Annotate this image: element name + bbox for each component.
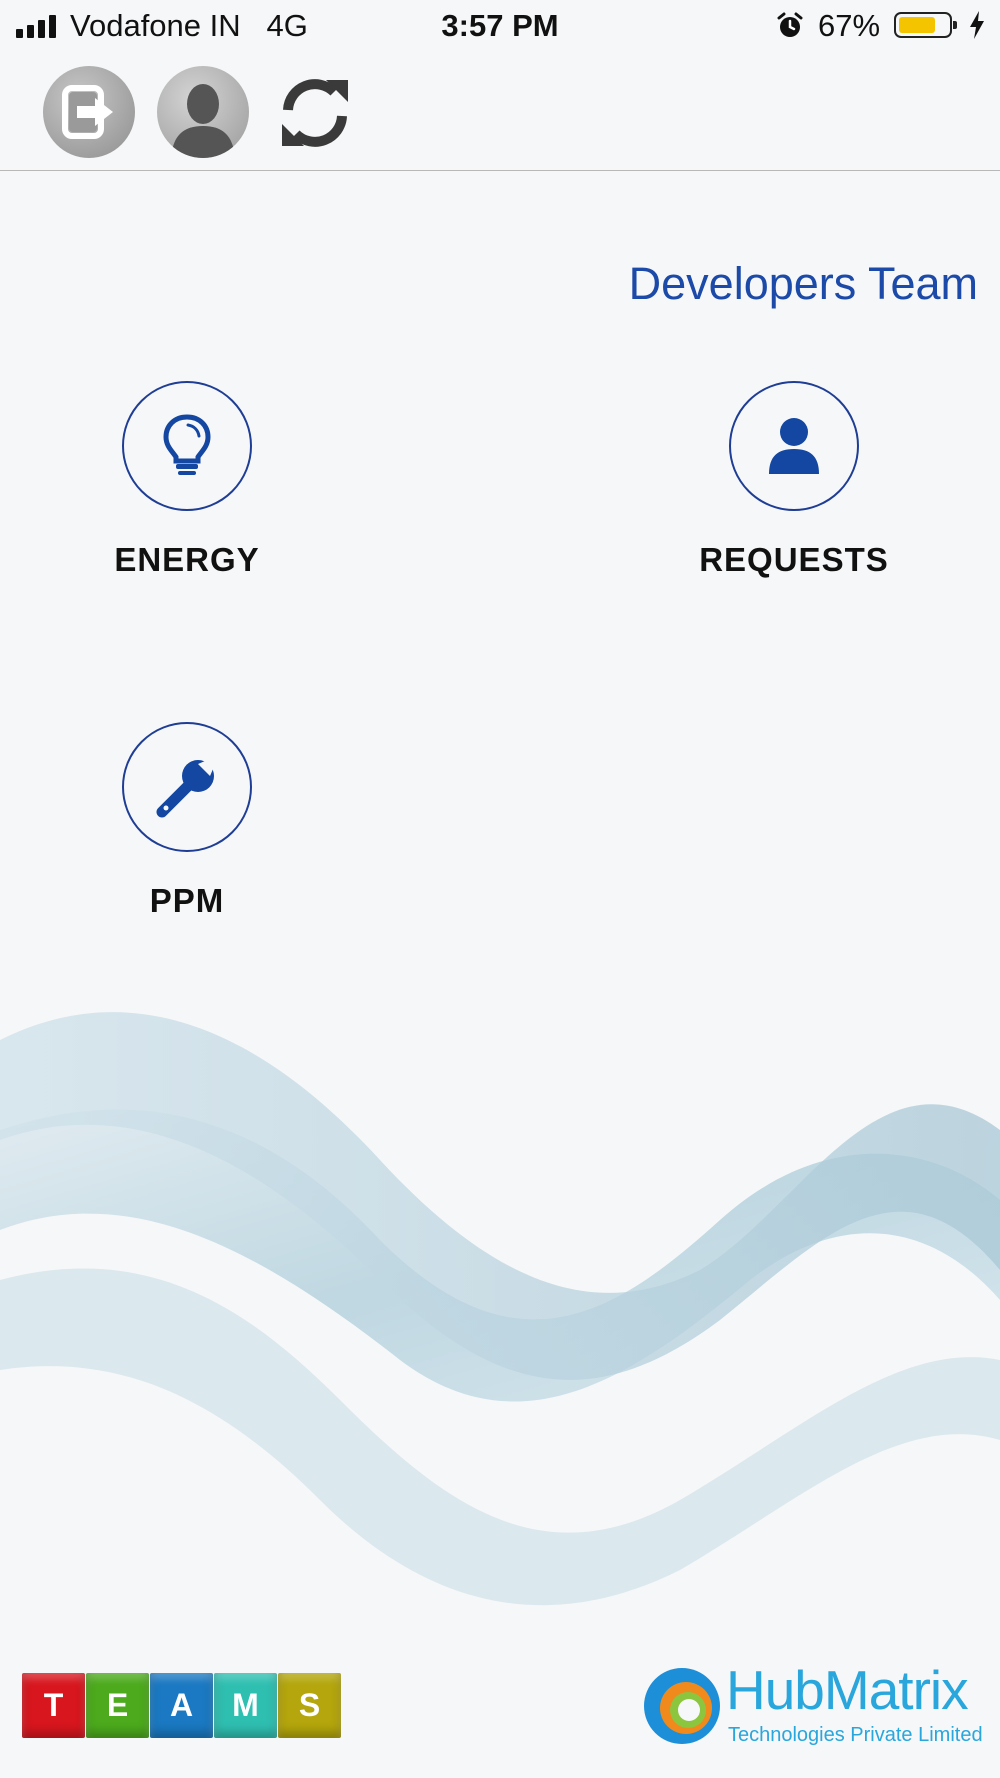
battery-icon (894, 12, 957, 38)
hubmatrix-mark-icon (644, 1668, 720, 1744)
lightbulb-icon (163, 414, 211, 475)
refresh-icon (282, 79, 348, 147)
teams-letter-s: S (278, 1673, 341, 1738)
logout-button[interactable] (43, 66, 135, 158)
logout-icon (62, 85, 113, 139)
ppm-label: PPM (149, 882, 225, 919)
top-toolbar (0, 56, 1000, 171)
profile-button[interactable] (157, 66, 249, 158)
teams-logo: T E A M S (22, 1673, 341, 1738)
ppm-circle[interactable] (122, 722, 252, 852)
status-bar: Vodafone IN 4G 3:57 PM 67% (0, 0, 1000, 56)
hubmatrix-subtitle: Technologies Private Limited (728, 1724, 983, 1746)
requests-tile[interactable]: REQUESTS (664, 381, 924, 579)
requests-label: REQUESTS (699, 541, 889, 578)
teams-letter-m: M (214, 1673, 277, 1738)
teams-letter-t: T (22, 1673, 85, 1738)
hubmatrix-name: HubMatrix (726, 1659, 969, 1721)
teams-letter-e: E (86, 1673, 149, 1738)
refresh-button[interactable] (270, 68, 360, 158)
alarm-icon (777, 12, 803, 37)
ppm-tile[interactable]: PPM (57, 722, 317, 920)
energy-circle[interactable] (122, 381, 252, 511)
team-title: Developers Team (628, 258, 978, 309)
wave-background (0, 1012, 1000, 1606)
user-icon (769, 418, 819, 474)
charging-icon (970, 11, 984, 39)
hubmatrix-logo: HubMatrix Technologies Private Limited (640, 1658, 983, 1758)
energy-tile[interactable]: ENERGY (57, 381, 317, 579)
battery-percent: 67% (818, 8, 881, 43)
energy-label: ENERGY (114, 541, 260, 578)
teams-letter-a: A (150, 1673, 213, 1738)
requests-circle[interactable] (729, 381, 859, 511)
user-avatar-icon (171, 84, 235, 158)
wrench-icon (156, 758, 216, 818)
